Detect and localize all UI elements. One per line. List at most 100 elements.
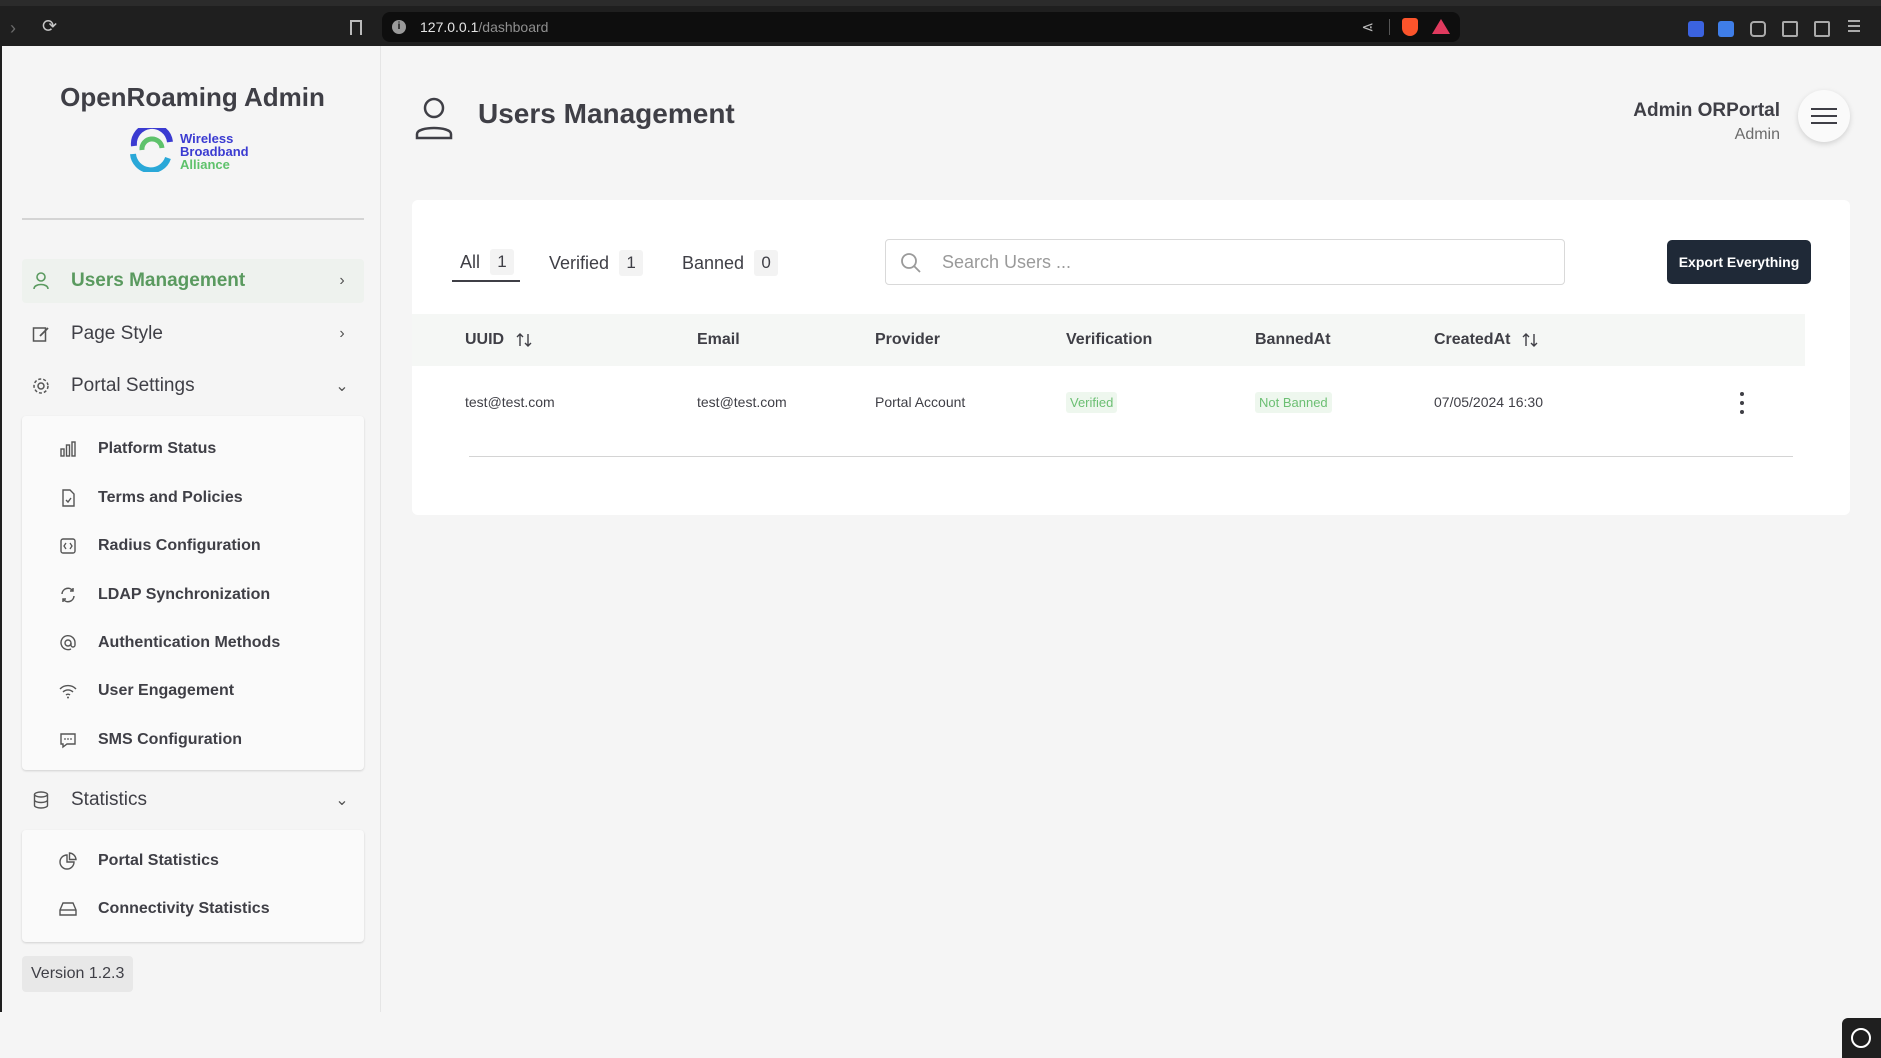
column-label: Verification	[1066, 331, 1153, 348]
bookmark-icon[interactable]	[350, 20, 362, 35]
tab-verified[interactable]: Verified 1	[549, 244, 644, 282]
brave-rewards-icon[interactable]	[1432, 19, 1450, 34]
version-badge: Version 1.2.3	[22, 956, 134, 992]
column-label: UUID	[465, 331, 505, 348]
cell-created-at: 07/05/2024 16:30	[1434, 394, 1543, 410]
forward-icon[interactable]: ›	[10, 18, 16, 39]
chevron-down-icon: ⌄	[335, 792, 349, 809]
sort-icon[interactable]	[1522, 332, 1538, 348]
sidebar-item-portal-statistics[interactable]: Portal Statistics	[22, 841, 364, 881]
sidebar-item-radius-configuration[interactable]: Radius Configuration	[22, 526, 364, 566]
drive-icon	[58, 899, 78, 919]
wba-logo: Wireless Broadband Alliance	[130, 128, 260, 174]
address-bar[interactable]: i 127.0.0.1/dashboard ⋖	[382, 12, 1460, 42]
brave-shield-icon[interactable]	[1402, 18, 1418, 36]
tab-count: 1	[490, 249, 515, 275]
verification-badge: Verified	[1066, 391, 1118, 413]
export-everything-button[interactable]: Export Everything	[1667, 240, 1811, 284]
tab-count: 0	[754, 250, 779, 276]
puzzle-icon[interactable]	[1750, 21, 1766, 37]
column-header-provider: Provider	[875, 314, 940, 366]
cell-uuid: test@test.com	[465, 394, 555, 410]
user-name: Admin ORPortal	[1633, 100, 1780, 121]
url-text: 127.0.0.1/dashboard	[420, 19, 549, 35]
sync-icon	[58, 585, 78, 605]
sidebar-item-authentication-methods[interactable]: Authentication Methods	[22, 623, 364, 663]
search-box	[885, 239, 1565, 285]
hamburger-icon	[1811, 115, 1837, 117]
extension-icon[interactable]	[1688, 21, 1704, 37]
symfony-toolbar-icon[interactable]	[1842, 1018, 1881, 1058]
column-header-uuid[interactable]: UUID	[465, 314, 532, 366]
hamburger-icon	[1811, 108, 1837, 110]
gear-icon	[31, 376, 51, 396]
hamburger-menu-button[interactable]	[1798, 90, 1850, 142]
search-input[interactable]	[942, 248, 1542, 276]
sidebar-item-label: Terms and Policies	[98, 489, 243, 506]
extension-icon[interactable]	[1718, 21, 1734, 37]
sidebar-item-statistics[interactable]: Statistics ⌄	[22, 778, 364, 822]
sidebar-item-user-engagement[interactable]: User Engagement	[22, 671, 364, 711]
tab-all[interactable]: All 1	[452, 244, 521, 282]
column-header-email: Email	[697, 314, 740, 366]
sidebar-item-label: User Engagement	[98, 682, 235, 699]
sidebar-item-connectivity-statistics[interactable]: Connectivity Statistics	[22, 889, 364, 929]
document-icon	[58, 488, 78, 508]
chevron-right-icon: ›	[339, 325, 345, 342]
wifi-icon	[58, 681, 78, 701]
column-header-created-at[interactable]: CreatedAt	[1434, 314, 1538, 366]
row-actions-menu-icon[interactable]	[1732, 390, 1752, 416]
sidebar: OpenRoaming Admin Wireless Broadband All…	[0, 46, 381, 1012]
bar-chart-icon	[58, 439, 78, 459]
tab-label: Verified	[549, 252, 610, 273]
sidebar-toggle-icon[interactable]	[1782, 21, 1798, 37]
sidebar-item-ldap-synchronization[interactable]: LDAP Synchronization	[22, 575, 364, 615]
user-icon	[415, 97, 453, 140]
column-label: Provider	[875, 331, 940, 348]
column-label: BannedAt	[1255, 331, 1331, 348]
sidebar-item-label: Radius Configuration	[98, 537, 261, 554]
search-icon	[901, 253, 921, 273]
sidebar-item-sms-configuration[interactable]: SMS Configuration	[22, 720, 364, 760]
sidebar-item-platform-status[interactable]: Platform Status	[22, 429, 364, 469]
user-icon	[31, 271, 51, 291]
table-header: UUID Email Provider Verification BannedA…	[412, 314, 1805, 366]
column-label: Email	[697, 331, 740, 348]
code-icon	[58, 536, 78, 556]
cell-provider: Portal Account	[875, 394, 966, 410]
chevron-down-icon: ⌄	[335, 378, 349, 395]
chat-icon	[58, 730, 78, 750]
tab-label: Banned	[682, 252, 745, 273]
portal-settings-submenu: Platform Status Terms and Policies Radiu…	[22, 416, 364, 770]
wba-logo-icon	[130, 128, 173, 172]
app: OpenRoaming Admin Wireless Broadband All…	[0, 46, 1881, 1058]
tab-banned[interactable]: Banned 0	[682, 244, 779, 282]
divider	[1389, 19, 1390, 35]
sidebar-item-page-style[interactable]: Page Style ›	[22, 312, 364, 356]
reload-icon[interactable]: ⟳	[42, 16, 57, 37]
banned-status-badge: Not Banned	[1255, 391, 1332, 413]
sidebar-item-label: Statistics	[71, 789, 148, 810]
cell-banned-at: Not Banned	[1255, 366, 1332, 438]
sort-icon[interactable]	[516, 332, 532, 348]
sidebar-item-users-management[interactable]: Users Management ›	[22, 259, 364, 303]
browser-menu-icon[interactable]	[1848, 20, 1860, 32]
divider	[22, 218, 364, 220]
sidebar-item-label: LDAP Synchronization	[98, 586, 271, 603]
brand-title: OpenRoaming Admin	[60, 82, 325, 112]
site-info-icon[interactable]: i	[392, 20, 406, 34]
sidebar-item-label: Portal Settings	[71, 375, 195, 396]
browser-toolbar: › ⟳ i 127.0.0.1/dashboard ⋖	[0, 0, 1881, 46]
pie-chart-icon	[58, 851, 78, 871]
share-icon[interactable]: ⋖	[1361, 18, 1374, 36]
tab-count: 1	[619, 250, 644, 276]
sidebar-item-portal-settings[interactable]: Portal Settings ⌄	[22, 364, 364, 408]
page-title: Users Management	[478, 98, 735, 129]
wallet-icon[interactable]	[1814, 21, 1830, 37]
statistics-submenu: Portal Statistics Connectivity Statistic…	[22, 830, 364, 942]
sidebar-item-terms-and-policies[interactable]: Terms and Policies	[22, 478, 364, 518]
column-header-banned-at: BannedAt	[1255, 314, 1331, 366]
sidebar-item-label: Platform Status	[98, 440, 217, 457]
cell-verification: Verified	[1066, 366, 1118, 438]
sidebar-item-label: SMS Configuration	[98, 731, 242, 748]
